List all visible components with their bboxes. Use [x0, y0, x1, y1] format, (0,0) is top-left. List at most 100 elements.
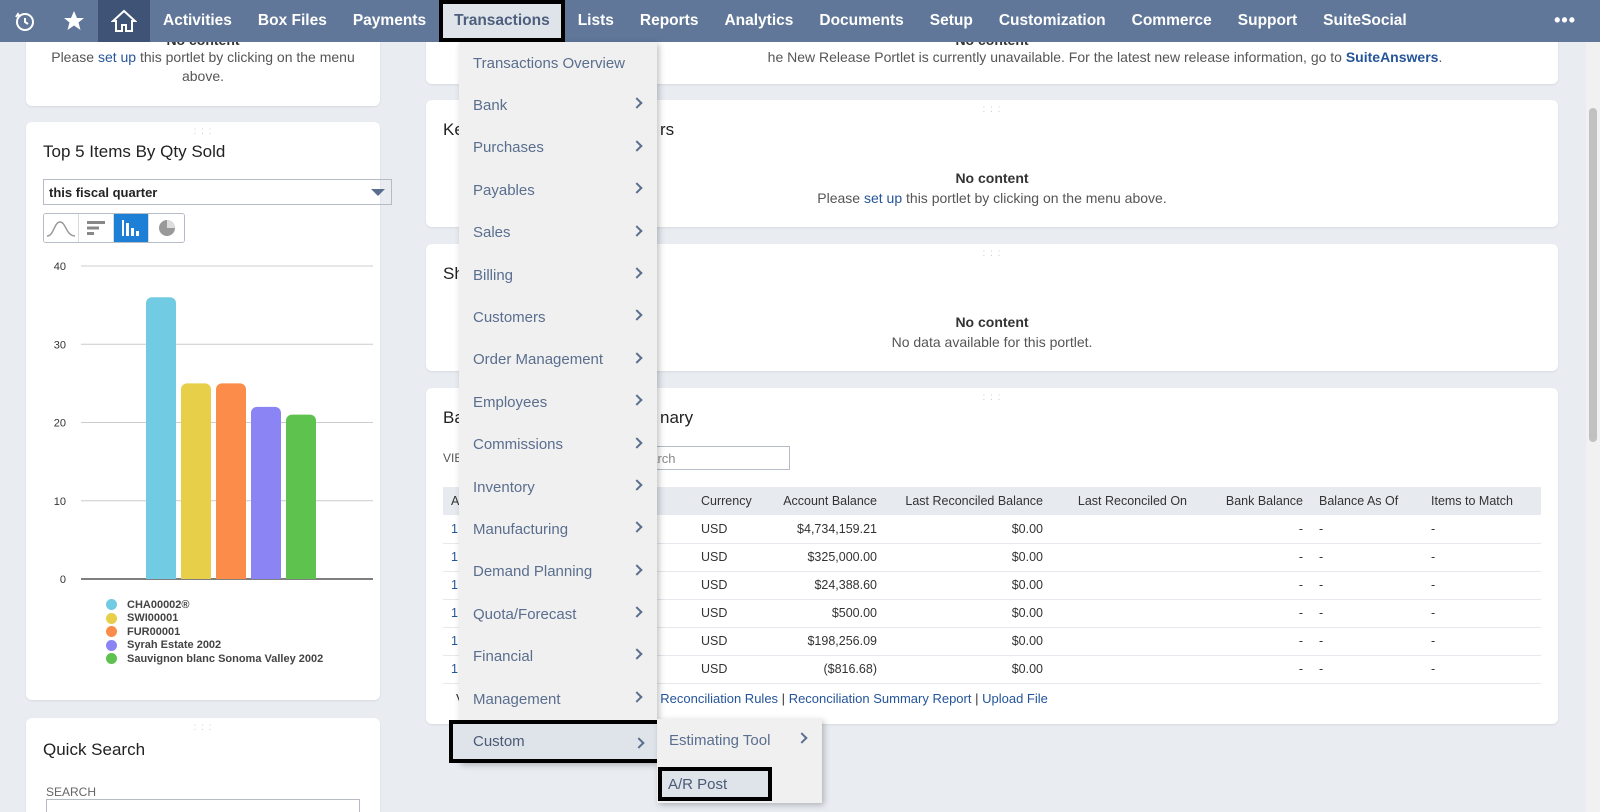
transactions-dropdown-menu: Transactions Overview Bank Purchases Payab… [449, 42, 661, 763]
column-header-currency[interactable]: Currency [693, 487, 773, 515]
nav-support[interactable]: Support [1225, 0, 1310, 42]
bar-2[interactable] [181, 383, 211, 579]
submenu-ar-post[interactable]: A/R Post [658, 767, 772, 801]
balance-as-of-cell: - [1311, 599, 1423, 628]
chevron-down-icon [371, 189, 385, 196]
menu-customers[interactable]: Customers [459, 296, 657, 338]
nav-payments[interactable]: Payments [340, 0, 439, 42]
nav-setup[interactable]: Setup [917, 0, 986, 42]
chevron-right-icon [631, 479, 643, 491]
reconciliation-summary-report-link[interactable]: Reconciliation Summary Report [789, 691, 972, 706]
bar-5[interactable] [286, 414, 316, 579]
line-chart-icon[interactable] [44, 214, 79, 242]
chevron-right-icon [631, 267, 643, 279]
nav-commerce[interactable]: Commerce [1119, 0, 1225, 42]
legend-label: FUR00001 [127, 625, 181, 638]
column-chart-icon[interactable] [114, 214, 149, 242]
menu-purchases[interactable]: Purchases [459, 127, 657, 169]
menu-bank[interactable]: Bank [459, 84, 657, 126]
reconciliation-rules-link[interactable]: Reconciliation Rules [660, 691, 778, 706]
bar-4[interactable] [251, 406, 281, 579]
chevron-right-icon [631, 436, 643, 449]
drag-handle[interactable]: : : : [983, 392, 1002, 403]
legend-swatch [106, 626, 117, 638]
chevron-right-icon [631, 97, 643, 110]
menu-manufacturing[interactable]: Manufacturing [459, 508, 657, 550]
chevron-right-icon [631, 352, 643, 364]
currency-cell: USD [693, 515, 773, 544]
nav-documents[interactable]: Documents [806, 0, 916, 42]
nav-analytics[interactable]: Analytics [711, 0, 806, 42]
nav-reports[interactable]: Reports [627, 0, 712, 42]
upload-file-link[interactable]: Upload File [982, 691, 1048, 706]
legend-label: CHA00002® [127, 598, 190, 611]
legend-item[interactable]: Sauvignon blanc Sonoma Valley 2002 [106, 652, 323, 666]
more-menu-icon[interactable]: ••• [1554, 10, 1576, 31]
last-reconciled-balance-cell: $0.00 [885, 571, 1051, 600]
column-header-last-reconciled-balance[interactable]: Last Reconciled Balance [885, 487, 1051, 515]
chevron-right-icon [631, 309, 643, 322]
menu-custom[interactable]: Custom [449, 720, 661, 763]
column-header-last-reconciled-on[interactable]: Last Reconciled On [1051, 487, 1195, 515]
menu-billing[interactable]: Billing [459, 254, 657, 296]
account-balance-cell: $198,256.09 [773, 627, 885, 656]
submenu-estimating-tool[interactable]: Estimating Tool [657, 719, 822, 761]
page-scrollbar[interactable] [1586, 42, 1600, 812]
items-to-match-cell: - [1423, 515, 1541, 544]
drag-handle[interactable]: : : : [194, 722, 213, 733]
column-header-bank-balance[interactable]: Bank Balance [1195, 487, 1311, 515]
menu-inventory[interactable]: Inventory [459, 466, 657, 508]
bar-base-2 [181, 571, 211, 579]
menu-order-management[interactable]: Order Management [459, 339, 657, 381]
chevron-right-icon [631, 648, 643, 661]
search-input[interactable]: earch [640, 446, 790, 470]
menu-commissions[interactable]: Commissions [459, 424, 657, 466]
nav-transactions[interactable]: Transactions [439, 0, 565, 42]
legend-swatch [106, 599, 117, 611]
menu-sales[interactable]: Sales [459, 212, 657, 254]
pie-chart-icon[interactable] [149, 214, 184, 242]
recent-records-icon[interactable] [0, 0, 49, 42]
top-items-portlet: : : : Top 5 Items By Qty Sold this fisca… [26, 122, 392, 700]
menu-demand-planning[interactable]: Demand Planning [459, 551, 657, 593]
y-tick-label: 0 [60, 574, 66, 586]
scrollbar-thumb[interactable] [1589, 108, 1597, 442]
drag-handle[interactable]: : : : [983, 104, 1002, 115]
column-header-items-to-match[interactable]: Items to Match [1423, 487, 1541, 515]
nav-suitesocial[interactable]: SuiteSocial [1310, 0, 1420, 42]
legend-item[interactable]: Syrah Estate 2002 [106, 639, 323, 653]
suiteanswers-link[interactable]: SuiteAnswers [1346, 49, 1439, 65]
legend-item[interactable]: FUR00001 [106, 625, 323, 639]
nav-customization[interactable]: Customization [986, 0, 1119, 42]
menu-payables[interactable]: Payables [459, 169, 657, 211]
set-up-link[interactable]: set up [98, 49, 136, 65]
y-tick-label: 10 [54, 496, 66, 508]
nav-activities[interactable]: Activities [150, 0, 245, 42]
horizontal-bar-chart-icon[interactable] [79, 214, 114, 242]
column-header-account-balance[interactable]: Account Balance [773, 487, 885, 515]
legend-item[interactable]: CHA00002® [106, 598, 323, 612]
currency-cell: USD [693, 627, 773, 656]
bar-3[interactable] [216, 383, 246, 579]
bank-balance-cell: - [1195, 627, 1311, 656]
bank-balance-cell: - [1195, 543, 1311, 572]
drag-handle[interactable]: : : : [194, 126, 213, 137]
period-select[interactable]: this fiscal quarter [43, 179, 392, 205]
menu-employees[interactable]: Employees [459, 381, 657, 423]
nav-lists[interactable]: Lists [565, 0, 627, 42]
set-up-link[interactable]: set up [864, 190, 902, 206]
legend-item[interactable]: SWI00001 [106, 612, 323, 626]
menu-financial[interactable]: Financial [459, 635, 657, 677]
menu-management[interactable]: Management [459, 678, 657, 720]
drag-handle[interactable]: : : : [983, 248, 1002, 259]
chevron-right-icon [631, 564, 643, 576]
bar-1[interactable] [146, 297, 176, 579]
column-header-balance-as-of[interactable]: Balance As Of [1311, 487, 1423, 515]
nav-box-files[interactable]: Box Files [245, 0, 340, 42]
search-input[interactable] [46, 799, 360, 812]
home-icon[interactable] [98, 0, 150, 42]
menu-quota-forecast[interactable]: Quota/Forecast [459, 593, 657, 635]
favorites-star-icon[interactable] [49, 0, 98, 42]
chevron-right-icon [633, 737, 645, 749]
menu-transactions-overview[interactable]: Transactions Overview [459, 42, 657, 84]
